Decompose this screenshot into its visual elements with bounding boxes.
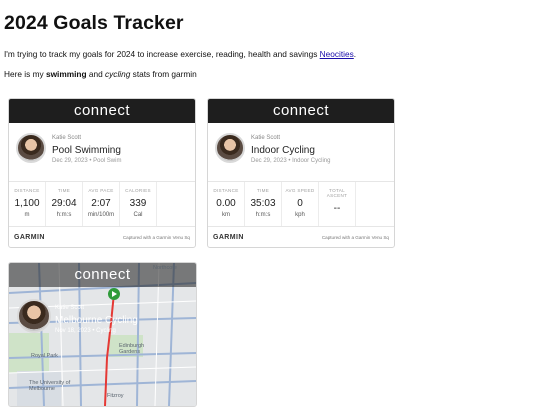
stats-bold: swimming [45, 69, 87, 79]
intro-period: . [353, 49, 357, 59]
stat-unit: h:m:s [255, 212, 271, 218]
garmin-logo: GARMIN [213, 234, 244, 241]
stat-time: TIME 29:04 h:m:s [46, 182, 83, 226]
page: 2024 Goals Tracker I'm trying to track m… [4, 0, 536, 80]
start-pin-icon [108, 288, 120, 300]
garmin-logo: GARMIN [14, 234, 45, 241]
stat-label: TIME [256, 188, 270, 193]
map-label-northcote: Northcote [153, 265, 177, 271]
connect-logo: connect [208, 99, 394, 123]
intro-paragraph: I'm trying to track my goals for 2024 to… [4, 49, 536, 60]
stats-paragraph: Here is my swimming and cycling stats fr… [4, 69, 536, 80]
stat-avg-pace: AVG PACE 2:07 min/100m [83, 182, 120, 226]
activity-summary: Katie Scott Pool Swimming Dec 29, 2023 •… [9, 123, 195, 182]
stat-label: AVG SPEED [285, 188, 315, 193]
activity-meta: Nov 18, 2023 • Cycling [55, 328, 116, 334]
activity-title[interactable]: Pool Swimming [52, 145, 121, 156]
athlete-name: Katie Scott [52, 135, 82, 141]
stat-value: -- [333, 203, 341, 214]
stat-time: TIME 35:03 h:m:s [245, 182, 282, 226]
stat-label: TOTAL ASCENT [326, 188, 348, 198]
stat-avg-speed: AVG SPEED 0 kph [282, 182, 319, 226]
stat-value: 1,100 [14, 198, 40, 209]
stat-label: TIME [57, 188, 71, 193]
stats-row: DISTANCE 1,100 m TIME 29:04 h:m:s AVG PA… [9, 182, 195, 227]
stat-unit: Cal [133, 212, 143, 218]
stat-label: CALORIES [125, 188, 151, 193]
athlete-name: Katie Scott [55, 305, 85, 311]
neocities-link[interactable]: Neocities [320, 49, 354, 59]
activity-card-map[interactable]: connect Katie Scott Melbourne Cycling No… [8, 262, 197, 407]
stat-label: AVG PACE [88, 188, 114, 193]
stat-value: 2:07 [91, 198, 111, 209]
stat-label: DISTANCE [14, 188, 40, 193]
stat-unit: kph [295, 212, 305, 218]
avatar [215, 133, 245, 163]
avatar [17, 299, 51, 333]
stat-distance: DISTANCE 1,100 m [9, 182, 46, 226]
activity-card-swimming[interactable]: connect Katie Scott Pool Swimming Dec 29… [8, 98, 196, 248]
stat-unit: km [222, 212, 230, 218]
page-title: 2024 Goals Tracker [4, 12, 184, 34]
activity-summary: Katie Scott Indoor Cycling Dec 29, 2023 … [208, 123, 394, 182]
map-label-edinburgh-gardens: Edinburgh Gardens [119, 343, 145, 355]
stat-value: 0 [297, 198, 303, 209]
intro-text: I'm trying to track my goals for 2024 to… [4, 49, 320, 59]
stat-unit: m [24, 212, 30, 218]
card-footer: GARMIN Captured with a Garmin Venu Sq [9, 227, 195, 247]
device-caption: Captured with a Garmin Venu Sq [321, 235, 389, 240]
map-label-royal-park: Royal Park [31, 353, 58, 359]
map-label-university: The University of Melbourne [29, 380, 71, 392]
card-footer: GARMIN Captured with a Garmin Venu Sq [208, 227, 394, 247]
stat-unit: min/100m [87, 212, 115, 218]
activity-card-cycling[interactable]: connect Katie Scott Indoor Cycling Dec 2… [207, 98, 395, 248]
athlete-name: Katie Scott [251, 135, 281, 141]
stats-prefix: Here is my [4, 69, 46, 79]
stats-row: DISTANCE 0.00 km TIME 35:03 h:m:s AVG SP… [208, 182, 394, 227]
activity-title[interactable]: Melbourne Cycling [55, 315, 138, 326]
avatar [16, 133, 46, 163]
stats-and: and [86, 69, 105, 79]
activity-meta: Dec 29, 2023 • Indoor Cycling [251, 158, 331, 164]
stat-label: DISTANCE [213, 188, 239, 193]
activity-meta: Dec 29, 2023 • Pool Swim [52, 158, 122, 164]
connect-logo: connect [9, 99, 195, 123]
stat-calories: CALORIES 339 Cal [120, 182, 157, 226]
stats-suffix: stats from garmin [130, 69, 197, 79]
stat-value: 0.00 [216, 198, 236, 209]
stats-italic: cycling [105, 69, 131, 79]
stat-unit: h:m:s [56, 212, 72, 218]
device-caption: Captured with a Garmin Venu Sq [122, 235, 190, 240]
activity-title[interactable]: Indoor Cycling [251, 145, 315, 156]
stat-total-ascent: TOTAL ASCENT -- [319, 182, 356, 226]
stat-value: 339 [129, 198, 147, 209]
stat-value: 29:04 [51, 198, 77, 209]
map-label-fitzroy: Fitzroy [107, 393, 124, 399]
stat-distance: DISTANCE 0.00 km [208, 182, 245, 226]
stat-value: 35:03 [250, 198, 276, 209]
